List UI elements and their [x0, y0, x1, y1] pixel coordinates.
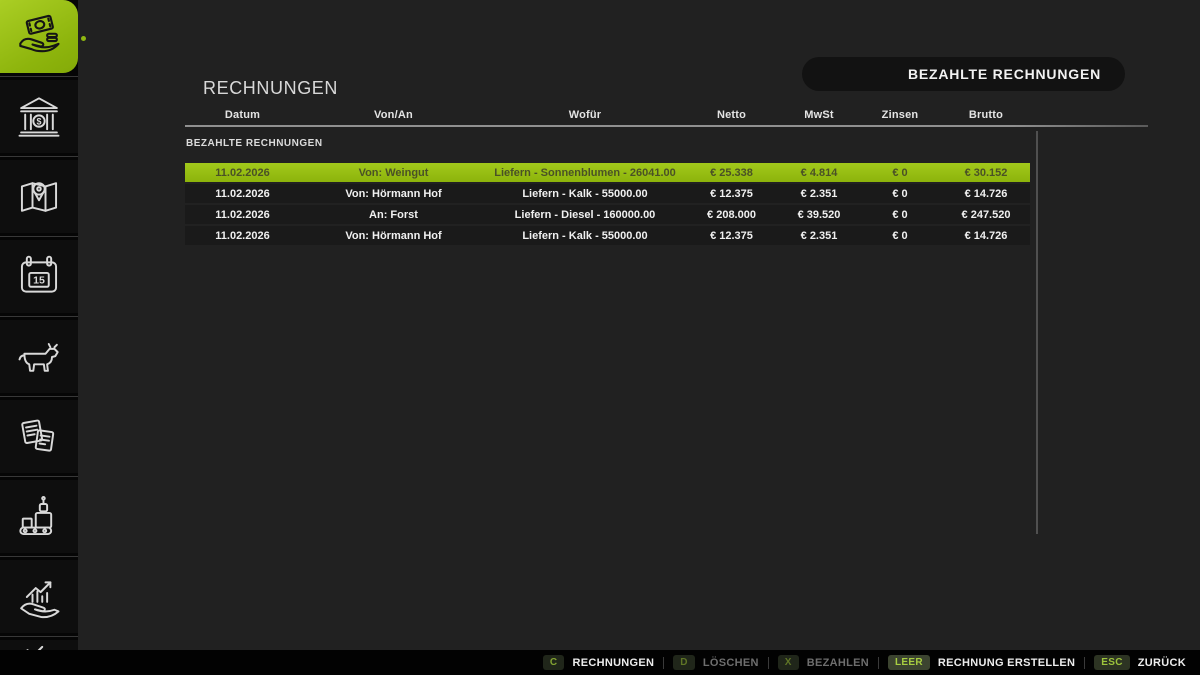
invoice-row[interactable]: 11.02.2026 Von: Hörmann Hof Liefern - Ka… — [185, 184, 1030, 203]
shortcut-invoices[interactable]: C RECHNUNGEN — [542, 655, 655, 670]
page-title: RECHNUNGEN — [203, 78, 339, 99]
sidebar-separator — [0, 476, 78, 477]
shortcut-label: LÖSCHEN — [702, 656, 759, 669]
sidebar-item-calendar[interactable]: 15 — [0, 240, 78, 313]
cell-datum: 11.02.2026 — [215, 187, 270, 200]
sidebar-item-invoices[interactable] — [0, 400, 78, 473]
shortcut-divider — [1084, 656, 1086, 669]
paid-invoices-button[interactable]: BEZAHLTE RECHNUNGEN — [802, 57, 1125, 91]
sidebar: $ 15 — [0, 0, 78, 672]
cell-mwst: € 4.814 — [800, 166, 838, 179]
sidebar-item-production[interactable] — [0, 480, 78, 553]
invoice-row[interactable]: 11.02.2026 Von: Hörmann Hof Liefern - Ka… — [185, 226, 1030, 245]
sidebar-item-finances[interactable] — [0, 0, 78, 73]
key-badge-x: X — [777, 655, 799, 670]
shortcut-label: RECHNUNGEN — [572, 656, 655, 669]
money-hand-icon — [19, 14, 60, 52]
shortcut-label: BEZAHLEN — [806, 656, 869, 669]
cell-wofuer: Liefern - Sonnenblumen - 26041.00 — [494, 166, 676, 179]
cell-wofuer: Liefern - Kalk - 55000.00 — [522, 229, 648, 242]
cell-zinsen: € 0 — [892, 208, 908, 221]
shortcut-pay: X BEZAHLEN — [777, 655, 869, 670]
column-header-wofuer: Wofür — [568, 109, 602, 121]
active-tab-pointer — [81, 36, 86, 41]
shortcut-delete: D LÖSCHEN — [673, 655, 758, 670]
invoices-screen: $ 15 RECHNUNGEN BEZAHLTE RECHNUNGEN Datu… — [0, 0, 1200, 675]
key-badge-c: C — [542, 655, 565, 670]
cell-datum: 11.02.2026 — [215, 208, 270, 221]
sidebar-separator — [0, 156, 78, 157]
shortcut-divider — [767, 656, 769, 669]
bottom-bar: C RECHNUNGEN D LÖSCHEN X BEZAHLEN LEER R… — [0, 650, 1200, 675]
cell-brutto: € 14.726 — [964, 229, 1008, 242]
svg-text:$: $ — [37, 116, 42, 126]
column-header-netto: Netto — [716, 109, 747, 121]
sidebar-separator — [0, 236, 78, 237]
cell-zinsen: € 0 — [892, 166, 908, 179]
sidebar-separator — [0, 556, 78, 557]
shortcut-create-invoice[interactable]: LEER RECHNUNG ERSTELLEN — [888, 655, 1075, 670]
key-badge-esc: ESC — [1094, 655, 1130, 670]
sidebar-item-statistics[interactable] — [0, 560, 78, 633]
shortcut-divider — [878, 656, 879, 669]
invoice-table: 11.02.2026 Von: Weingut Liefern - Sonnen… — [185, 163, 1030, 245]
sidebar-separator — [0, 396, 78, 397]
cell-vonan: Von: Weingut — [358, 166, 429, 179]
scrollbar[interactable] — [1036, 131, 1038, 534]
cell-mwst: € 2.351 — [800, 229, 838, 242]
cell-netto: € 12.375 — [710, 187, 753, 200]
cell-mwst: € 39.520 — [797, 208, 841, 221]
sidebar-item-map[interactable] — [0, 160, 78, 233]
sidebar-separator — [0, 76, 78, 77]
cell-mwst: € 2.351 — [800, 187, 838, 200]
cell-brutto: € 247.520 — [961, 208, 1011, 221]
invoice-row-selected[interactable]: 11.02.2026 Von: Weingut Liefern - Sonnen… — [185, 163, 1030, 182]
key-badge-d: D — [673, 655, 695, 670]
shortcut-back[interactable]: ESC ZURÜCK — [1094, 655, 1186, 670]
key-badge-space: LEER — [888, 655, 930, 670]
cell-wofuer: Liefern - Diesel - 160000.00 — [514, 208, 656, 221]
shortcut-label: RECHNUNG ERSTELLEN — [937, 656, 1076, 669]
invoice-row[interactable]: 11.02.2026 An: Forst Liefern - Diesel - … — [185, 205, 1030, 224]
table-header-divider — [185, 125, 1148, 127]
statistics-icon — [20, 580, 60, 618]
cell-vonan: Von: Hörmann Hof — [345, 187, 442, 200]
sidebar-separator — [0, 316, 78, 317]
sidebar-item-bank[interactable]: $ — [0, 80, 78, 153]
cell-brutto: € 30.152 — [964, 166, 1008, 179]
column-header-datum: Datum — [224, 109, 261, 121]
bank-icon: $ — [18, 96, 60, 137]
sidebar-item-animals[interactable] — [0, 320, 78, 393]
cell-netto: € 208.000 — [707, 208, 756, 221]
cow-icon — [18, 342, 59, 372]
shortcut-divider — [663, 656, 665, 669]
cell-datum: 11.02.2026 — [215, 166, 270, 179]
invoices-icon — [21, 419, 55, 452]
shortcut-label: ZURÜCK — [1137, 656, 1186, 669]
column-header-mwst: MwSt — [804, 109, 834, 121]
svg-text:15: 15 — [33, 274, 45, 286]
cell-zinsen: € 0 — [892, 187, 908, 200]
cell-netto: € 12.375 — [710, 229, 753, 242]
table-header: Datum Von/An Wofür Netto MwSt Zinsen Bru… — [185, 107, 1030, 123]
section-label: BEZAHLTE RECHNUNGEN — [186, 138, 323, 149]
column-header-vonan: Von/An — [374, 109, 413, 121]
cell-vonan: Von: Hörmann Hof — [345, 229, 442, 242]
cell-vonan: An: Forst — [369, 208, 418, 221]
cell-netto: € 25.338 — [710, 166, 753, 179]
cell-wofuer: Liefern - Kalk - 55000.00 — [522, 187, 648, 200]
production-icon — [19, 495, 53, 535]
cell-datum: 11.02.2026 — [215, 229, 270, 242]
calendar-icon: 15 — [20, 255, 58, 293]
cell-zinsen: € 0 — [892, 229, 908, 242]
column-header-zinsen: Zinsen — [881, 109, 919, 121]
sidebar-separator — [0, 636, 78, 637]
cell-brutto: € 14.726 — [964, 187, 1008, 200]
column-header-brutto: Brutto — [968, 109, 1004, 121]
map-icon — [20, 181, 58, 212]
